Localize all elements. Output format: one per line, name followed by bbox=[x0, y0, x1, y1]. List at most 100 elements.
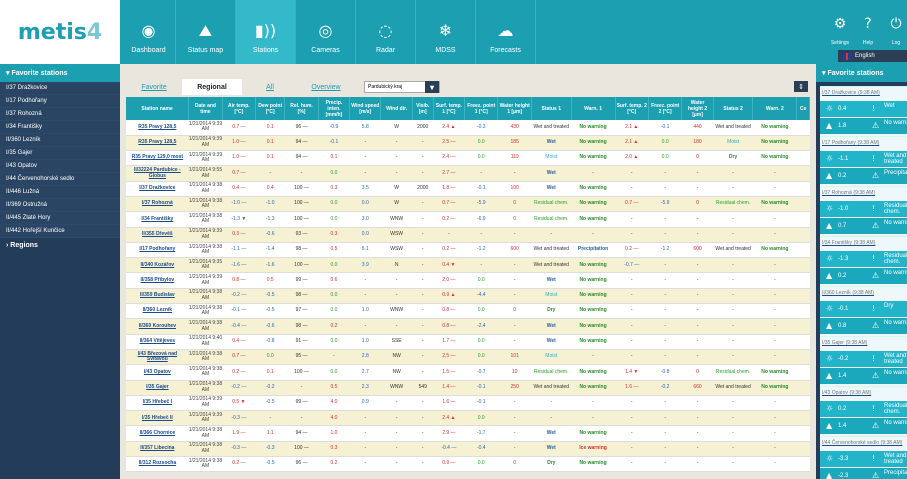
sidebar-station-item[interactable]: I/34 Františky bbox=[0, 121, 120, 134]
nav-stations[interactable]: ▮)) Stations bbox=[236, 0, 296, 64]
station-name-link[interactable]: II/312 Rozsocha bbox=[126, 456, 189, 473]
station-name-link[interactable]: R35 Pravy 128,5 bbox=[126, 120, 189, 136]
column-header[interactable]: Warn. 2 bbox=[752, 97, 798, 120]
nav-forecasts[interactable]: ☁ Forecasts bbox=[476, 0, 536, 64]
favorite-station-card[interactable]: II/360 Lezník (9:38 AM) ☼ -0.1! Dry ▲ 0.8 ⚠ No … bbox=[820, 286, 907, 336]
station-name-link[interactable]: R35 Pravy 129,0 most bbox=[126, 150, 189, 167]
table-row[interactable]: I/37 Dražkovice 1/21/2014 9:38 AM 0.4 —0.4… bbox=[126, 181, 810, 197]
column-header[interactable]: Dew point [°C] bbox=[255, 97, 286, 120]
column-header[interactable]: Status 2 bbox=[713, 97, 754, 120]
metis-logo[interactable]: metis4 bbox=[0, 0, 120, 64]
card-station-name[interactable]: I/44 Červenohorské sedlo (9:38 AM) bbox=[822, 440, 902, 446]
column-header[interactable]: Wind dir. bbox=[380, 97, 413, 120]
table-row[interactable]: R35 Pravy 128,5 1/21/2014 9:39 AM 0.7 —0.1… bbox=[126, 120, 810, 136]
favorite-station-card[interactable]: I/37 Rohozná (9:38 AM) ☼ -1.0! Residual che… bbox=[820, 186, 907, 236]
favorite-station-card[interactable]: I/17 Podhořany (9:38 AM) ☼ -1.1! Wet and tr… bbox=[820, 136, 907, 186]
table-row[interactable]: I/35 Gajer 1/21/2014 9:38 AM -0.2 — -0.2-0.… bbox=[126, 380, 810, 396]
table-row[interactable]: II/340 Kozářov 1/21/2014 9:35 AM -1.6 — -1.… bbox=[126, 257, 810, 274]
column-header[interactable]: Date and time bbox=[188, 97, 223, 120]
card-station-name[interactable]: I/37 Rohozná (9:38 AM) bbox=[822, 190, 875, 196]
nav-mdss[interactable]: ❄ MDSS bbox=[416, 0, 476, 64]
table-row[interactable]: II/364 Vitějeves 1/21/2014 9:40 AM 0.4 — -0… bbox=[126, 334, 810, 350]
sidebar-station-item[interactable]: II/369 Ostružná bbox=[0, 199, 120, 212]
card-station-name[interactable]: I/37 Dražkovice (9:38 AM) bbox=[822, 90, 880, 96]
station-name-link[interactable]: I/35 Hřebeč II bbox=[126, 410, 189, 427]
language-select[interactable]: English▾ bbox=[838, 50, 907, 62]
favorite-stations-header[interactable]: ▾ Favorite stations bbox=[0, 64, 120, 82]
region-select[interactable]: Pardubický kraj ▾ bbox=[364, 81, 440, 93]
card-station-name[interactable]: I/34 Františky (9:38 AM) bbox=[822, 240, 875, 246]
sidebar-station-item[interactable]: II/445 Zlaté Hory bbox=[0, 212, 120, 225]
expand-button[interactable]: ⇕ bbox=[794, 81, 808, 92]
table-row[interactable]: I/34 Františky 1/21/2014 9:38 AM -1.3 ▼ -1.… bbox=[126, 211, 810, 228]
tab-favorite[interactable]: Favorite bbox=[126, 79, 182, 95]
column-header[interactable]: Water height 1 [µm] bbox=[497, 97, 532, 120]
column-header[interactable]: Surf. temp. 1 [°C] bbox=[433, 97, 466, 120]
station-name-link[interactable]: R35 Pravy 128,5 bbox=[126, 135, 189, 152]
sidebar-station-item[interactable]: II/446 Lužná bbox=[0, 186, 120, 199]
table-row[interactable]: II/32224 Pardubice - Globus 1/21/2014 9:5… bbox=[126, 165, 810, 182]
sidebar-station-item[interactable]: I/37 Dražkovice bbox=[0, 82, 120, 95]
column-header[interactable]: Water height 2 [µm] bbox=[681, 97, 714, 120]
favorite-station-card[interactable]: I/34 Františky (9:38 AM) ☼ -1.3! Residual c… bbox=[820, 236, 907, 286]
column-header[interactable]: Rel. hum. [%] bbox=[284, 97, 319, 120]
card-station-name[interactable]: I/17 Podhořany (9:38 AM) bbox=[822, 140, 879, 146]
station-name-link[interactable]: II/360 Korouhev bbox=[126, 318, 189, 335]
sidebar-station-item[interactable]: II/360 Lezník bbox=[0, 134, 120, 147]
column-header[interactable]: Freez. point 2 [°C] bbox=[648, 97, 683, 120]
tab-overview[interactable]: Overview bbox=[298, 79, 354, 95]
column-header[interactable]: Wind speed [m/s] bbox=[349, 97, 382, 120]
sidebar-station-item[interactable]: I/44 Červenohorské sedlo bbox=[0, 173, 120, 186]
table-row[interactable]: I/35 Hřebeč I 1/21/2014 9:39 AM 0.5 ▼ -0.5 9… bbox=[126, 395, 810, 412]
column-header[interactable]: Visib. [m] bbox=[412, 97, 434, 120]
card-station-name[interactable]: II/360 Lezník (9:38 AM) bbox=[822, 290, 874, 296]
station-name-link[interactable]: I/43 Březová nad Svitavou bbox=[126, 349, 189, 366]
column-header[interactable]: Warn. 1 bbox=[571, 97, 616, 120]
favorite-station-card[interactable]: I/37 Dražkovice (9:38 AM) ☼ 0.4! Wet ▲ 1.8 ⚠ No… bbox=[820, 86, 907, 136]
station-name-link[interactable]: I/35 Hřebeč I bbox=[126, 395, 189, 412]
column-header[interactable]: Surf. temp. 2 [°C] bbox=[615, 97, 649, 120]
column-header[interactable]: Air temp. [°C] bbox=[222, 97, 257, 120]
station-name-link[interactable]: I/37 Rohozná bbox=[126, 196, 189, 213]
table-row[interactable]: I/35 Hřebeč II 1/21/2014 9:39 AM -0.3 — - -4… bbox=[126, 410, 810, 427]
table-row[interactable]: II/358 Příbylov 1/21/2014 9:39 AM 0.8 —0.5… bbox=[126, 272, 810, 289]
station-name-link[interactable]: II/364 Vitějeves bbox=[126, 334, 189, 350]
station-name-link[interactable]: I/35 Gajer bbox=[126, 380, 189, 396]
tab-regional[interactable]: Regional bbox=[182, 79, 242, 95]
sidebar-station-item[interactable]: I/35 Gajer bbox=[0, 147, 120, 160]
favorite-station-card[interactable]: I/35 Gajer (9:38 AM) ☼ -0.2! Wet and treate… bbox=[820, 336, 907, 386]
table-row[interactable]: II/360 Korouhev 1/21/2014 9:38 AM -0.4 — -0… bbox=[126, 318, 810, 335]
table-row[interactable]: I/37 Rohozná 1/21/2014 9:38 AM -1.0 — -1.0 1… bbox=[126, 196, 810, 213]
nav-dashboard[interactable]: ◉ Dashboard bbox=[122, 0, 176, 64]
column-header[interactable]: Freez. point 1 [°C] bbox=[464, 97, 499, 120]
table-row[interactable]: R35 Pravy 128,5 1/21/2014 9:39 AM 1.0 —0.1… bbox=[126, 135, 810, 152]
column-header[interactable]: Status 1 bbox=[531, 97, 572, 120]
card-station-name[interactable]: I/43 Opatov (9:38 AM) bbox=[822, 390, 871, 396]
station-name-link[interactable]: II/358 Příbylov bbox=[126, 272, 189, 289]
sidebar-station-item[interactable]: I/37 Rohozná bbox=[0, 108, 120, 121]
column-header[interactable]: Precip. inten. [mm/h] bbox=[318, 97, 351, 120]
favorite-station-card[interactable]: I/43 Opatov (9:38 AM) ☼ 0.2! Residual chem.… bbox=[820, 386, 907, 436]
station-name-link[interactable]: II/359 Budislav bbox=[126, 288, 189, 305]
column-header[interactable]: Ce bbox=[796, 97, 810, 120]
nav-status-map[interactable]: ⛰ Status map bbox=[176, 0, 236, 64]
table-row[interactable]: II/357 Libecina 1/21/2014 9:38 AM -0.3 — -0… bbox=[126, 441, 810, 458]
table-row[interactable]: II/355 Dřevěš 1/21/2014 9:39 AM 0.3 — -0.6 9… bbox=[126, 227, 810, 243]
regions-header[interactable]: › Regions bbox=[0, 238, 120, 252]
table-row[interactable]: I/43 Březová nad Svitavou 1/21/2014 9:38 … bbox=[126, 349, 810, 366]
favorite-station-card[interactable]: I/44 Červenohorské sedlo (9:38 AM) ☼ -3.3!… bbox=[820, 436, 907, 479]
table-row[interactable]: I/17 Podhořany 1/21/2014 9:38 AM -1.1 — -1.… bbox=[126, 242, 810, 259]
station-name-link[interactable]: II/357 Libecina bbox=[126, 441, 189, 458]
table-row[interactable]: II/366 Chornice 1/21/2014 9:38 AM 1.9 —1.1… bbox=[126, 425, 810, 442]
station-name-link[interactable]: II/32224 Pardubice - Globus bbox=[126, 165, 189, 182]
station-name-link[interactable]: I/37 Dražkovice bbox=[126, 181, 189, 197]
sidebar-station-item[interactable]: II/442 Hořejší Kunčice bbox=[0, 225, 120, 238]
station-name-link[interactable]: I/43 Opatov bbox=[126, 364, 189, 381]
card-station-name[interactable]: I/35 Gajer (9:38 AM) bbox=[822, 340, 867, 346]
sidebar-station-item[interactable]: I/43 Opatov bbox=[0, 160, 120, 173]
table-row[interactable]: I/43 Opatov 1/21/2014 9:38 AM 0.2 —0.1 100 … bbox=[126, 364, 810, 381]
table-row[interactable]: II/312 Rozsocha 1/21/2014 9:38 AM 0.2 — -0.… bbox=[126, 456, 810, 473]
table-row[interactable]: II/360 Lezník 1/21/2014 9:38 AM -0.1 — -0.5… bbox=[126, 303, 810, 320]
station-name-link[interactable]: II/366 Chornice bbox=[126, 425, 189, 442]
station-name-link[interactable]: II/340 Kozářov bbox=[126, 257, 189, 274]
